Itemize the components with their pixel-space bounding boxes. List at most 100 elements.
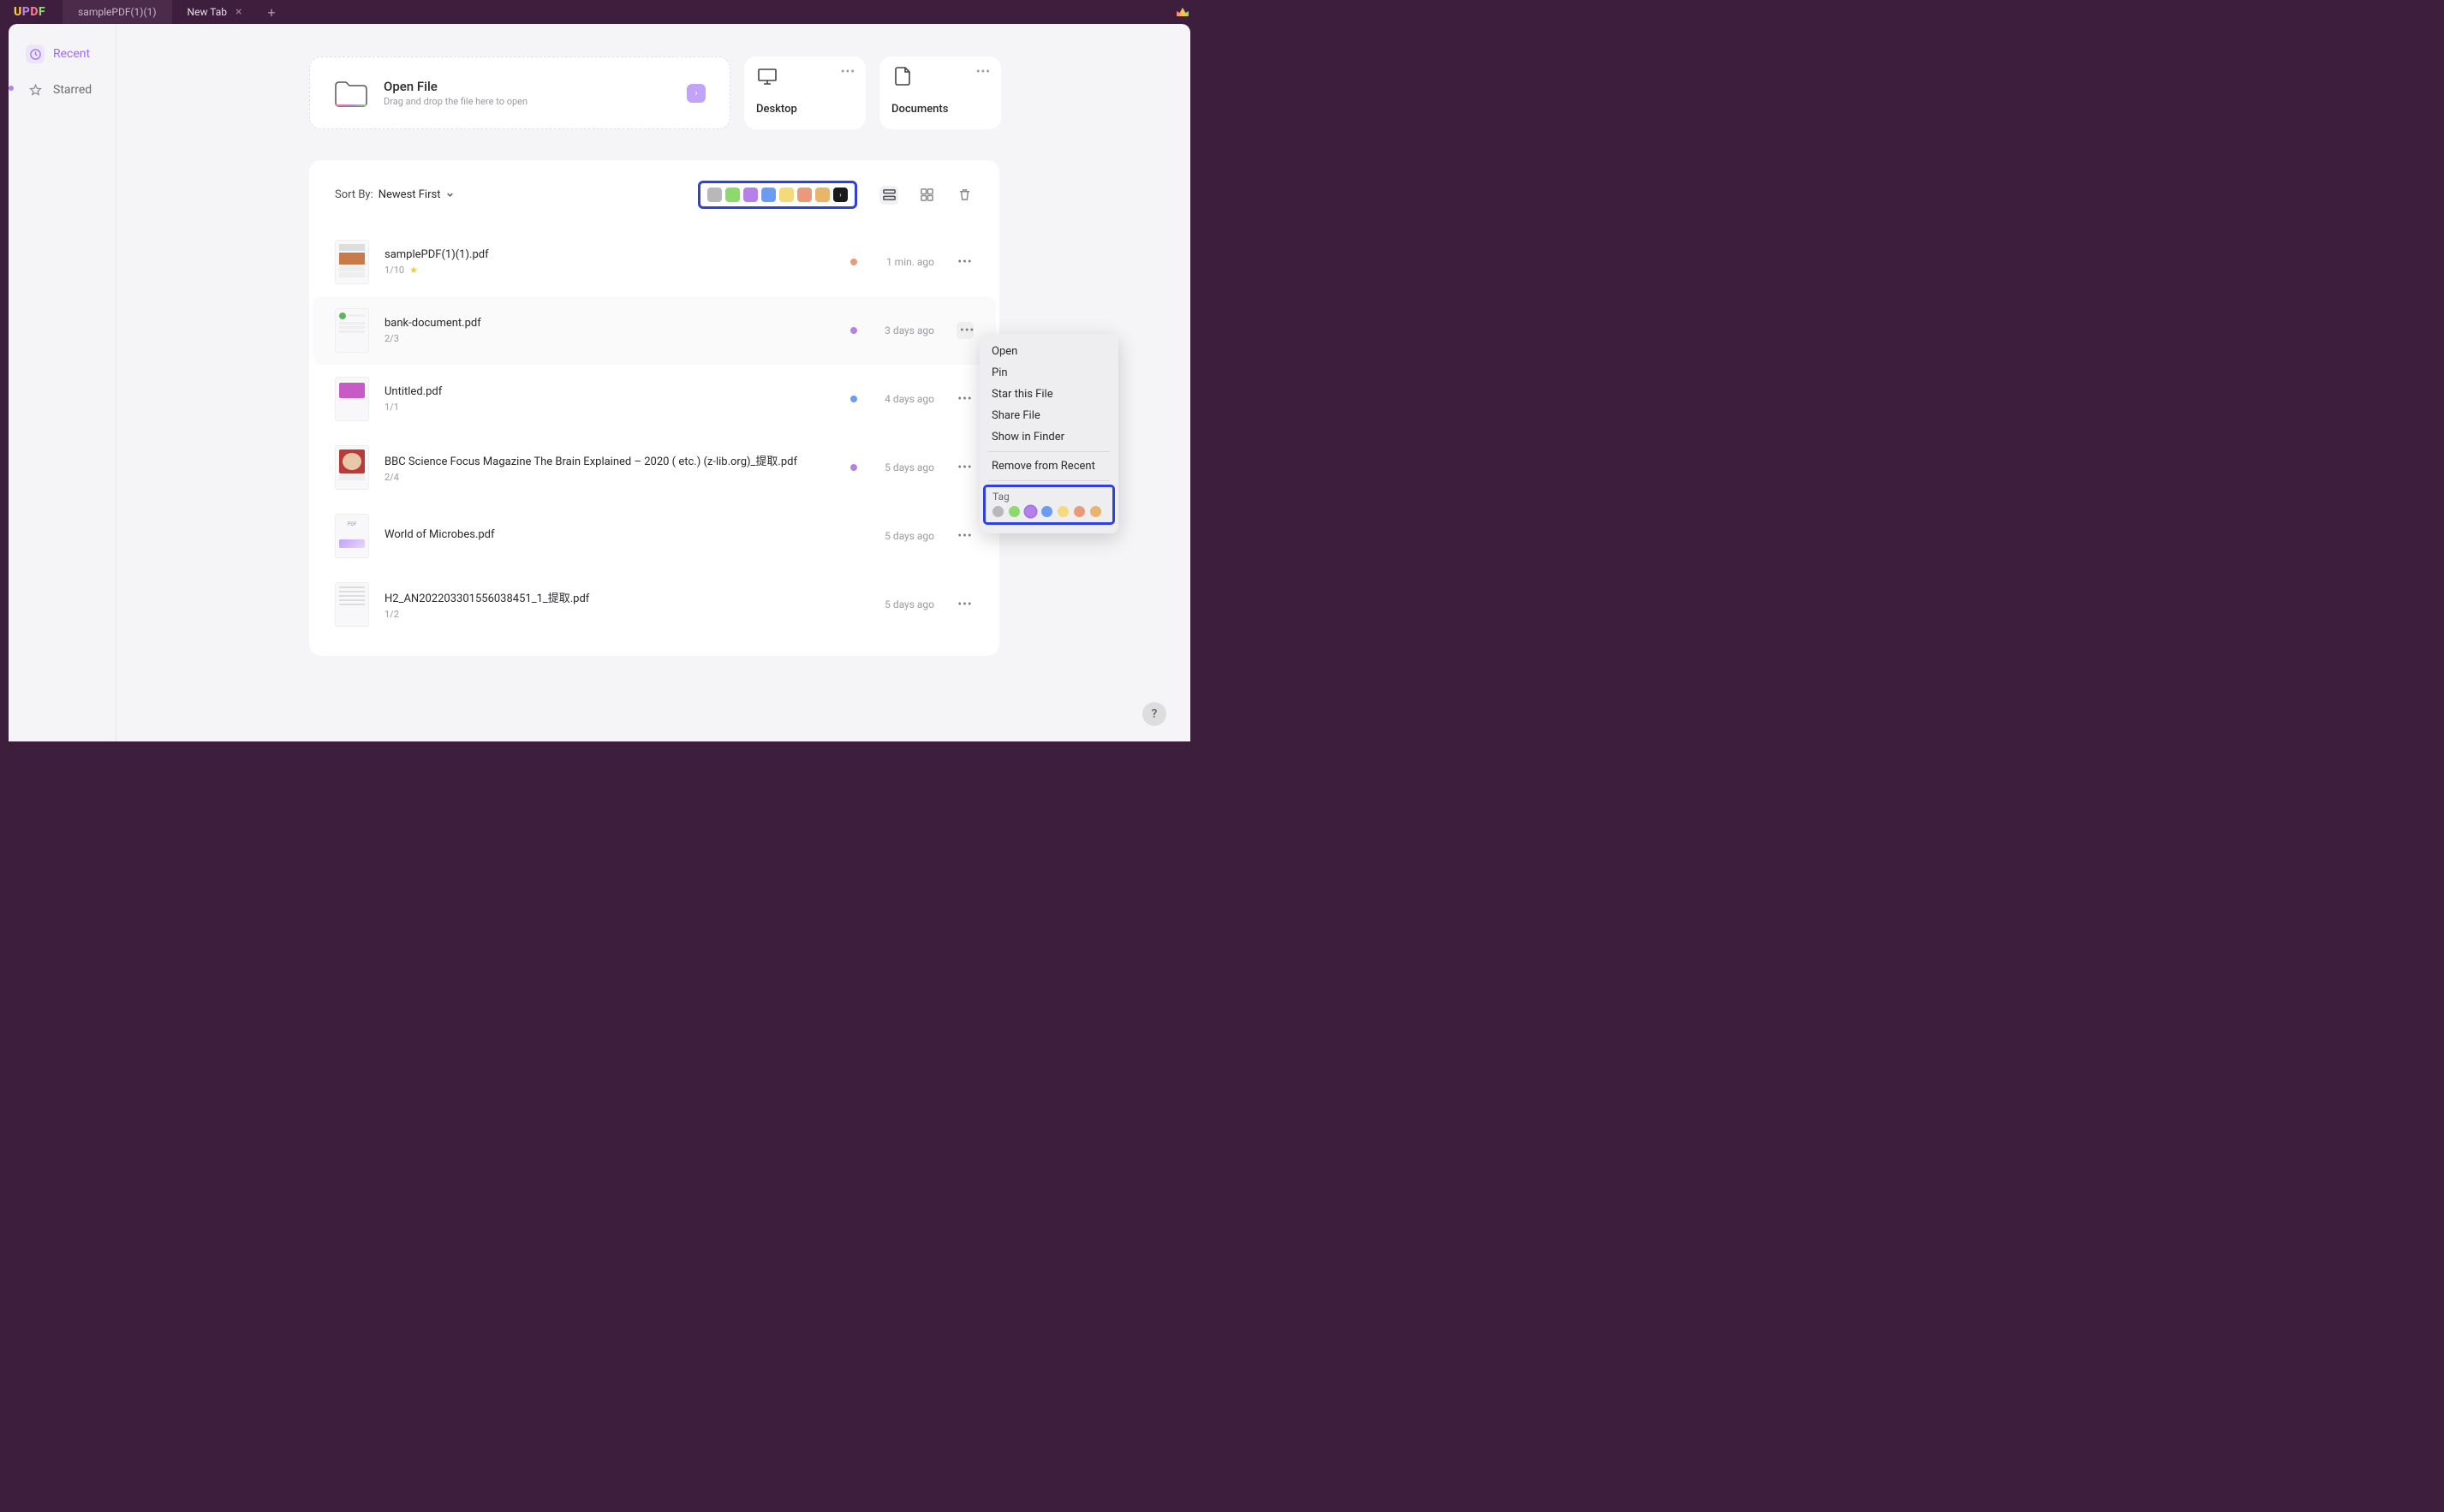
logo-f: F <box>39 5 45 19</box>
documents-icon <box>891 67 914 86</box>
file-time: 3 days ago <box>873 324 934 336</box>
ctx-separator <box>988 480 1110 481</box>
file-row[interactable]: samplePDF(1)(1).pdf 1/10★ 1 min. ago ••• <box>309 228 999 296</box>
logo-d: D <box>30 5 39 19</box>
context-menu: Open Pin Star this File Share File Show … <box>980 334 1118 533</box>
desktop-icon <box>756 67 778 86</box>
ctx-tag-dot[interactable] <box>1058 506 1069 517</box>
sidebar-label: Recent <box>53 47 90 61</box>
more-icon[interactable]: ••• <box>976 65 991 79</box>
file-name: H2_AN202203301556038451_1_提取.pdf <box>384 589 857 605</box>
logo-u: U <box>14 5 22 19</box>
file-tag-dot <box>850 259 857 265</box>
file-list-panel: Sort By: Newest First › <box>309 160 999 656</box>
tag-filter-bar[interactable]: › <box>698 181 857 209</box>
file-thumbnail <box>335 308 369 353</box>
tag-filter-dot[interactable] <box>761 188 776 202</box>
grid-view-button[interactable] <box>917 186 936 205</box>
file-pages: 2/3 <box>384 333 399 344</box>
ctx-tag-dot[interactable] <box>1090 506 1101 517</box>
tab-label: New Tab <box>188 6 227 18</box>
ctx-tag-dot[interactable] <box>993 506 1004 517</box>
file-name: World of Microbes.pdf <box>384 528 857 541</box>
file-tag-dot <box>850 464 857 471</box>
file-time: 5 days ago <box>873 598 934 610</box>
location-label: Documents <box>891 103 989 116</box>
ctx-tag-dot[interactable] <box>1009 506 1020 517</box>
ctx-finder[interactable]: Show in Finder <box>980 426 1118 448</box>
chevron-down-icon <box>445 190 455 199</box>
file-meta: 1/10★ <box>384 265 835 276</box>
ctx-open[interactable]: Open <box>980 341 1118 362</box>
file-more-button[interactable]: ••• <box>957 392 974 406</box>
file-pages: 1/2 <box>384 609 399 620</box>
ctx-tag-dot[interactable] <box>1025 506 1036 517</box>
sidebar: Recent Starred <box>9 24 116 741</box>
tag-filter-dot[interactable] <box>815 188 830 202</box>
file-name: BBC Science Focus Magazine The Brain Exp… <box>384 452 835 468</box>
file-time: 5 days ago <box>873 461 934 473</box>
help-button[interactable]: ? <box>1142 702 1166 726</box>
tab-new[interactable]: New Tab × <box>172 0 258 24</box>
file-row[interactable]: BBC Science Focus Magazine The Brain Exp… <box>309 433 999 502</box>
ctx-tag-dot[interactable] <box>1041 506 1052 517</box>
trash-button[interactable] <box>955 186 974 205</box>
chevron-right-icon[interactable]: › <box>687 84 706 103</box>
file-more-button[interactable]: ••• <box>957 461 974 474</box>
location-card-documents[interactable]: ••• Documents <box>879 57 1001 129</box>
sidebar-item-recent[interactable]: Recent <box>17 38 107 70</box>
tag-expand-icon[interactable]: › <box>833 188 848 202</box>
file-meta: 1/2 <box>384 609 857 620</box>
file-name: bank-document.pdf <box>384 317 835 330</box>
tag-filter-dot[interactable] <box>797 188 812 202</box>
file-thumbnail <box>335 377 369 421</box>
file-more-button[interactable]: ••• <box>957 322 974 339</box>
file-time: 1 min. ago <box>873 256 934 268</box>
ctx-share[interactable]: Share File <box>980 405 1118 426</box>
tab-samplepdf[interactable]: samplePDF(1)(1) <box>63 0 171 24</box>
file-row[interactable]: bank-document.pdf 2/3 3 days ago ••• <box>313 296 996 365</box>
tag-filter-dot[interactable] <box>743 188 758 202</box>
file-row[interactable]: H2_AN202203301556038451_1_提取.pdf 1/2 5 d… <box>309 570 999 639</box>
ctx-tag-label: Tag <box>993 491 1106 503</box>
ctx-pin[interactable]: Pin <box>980 362 1118 384</box>
file-row[interactable]: Untitled.pdf 1/1 4 days ago ••• <box>309 365 999 433</box>
file-more-button[interactable]: ••• <box>957 255 974 269</box>
tag-filter-dot[interactable] <box>779 188 794 202</box>
tab-bar: U P D F samplePDF(1)(1) New Tab × + <box>0 0 1199 24</box>
ctx-star[interactable]: Star this File <box>980 384 1118 405</box>
file-pages: 1/1 <box>384 402 399 413</box>
ctx-separator <box>988 451 1110 452</box>
open-file-card[interactable]: Open File Drag and drop the file here to… <box>309 57 730 129</box>
sidebar-label: Starred <box>53 83 92 97</box>
list-view-button[interactable] <box>879 186 898 205</box>
ctx-tag-section: Tag <box>983 485 1115 525</box>
file-time: 5 days ago <box>873 530 934 542</box>
sort-value: Newest First <box>379 188 441 201</box>
sort-dropdown[interactable]: Sort By: Newest First <box>335 188 455 201</box>
location-label: Desktop <box>756 103 854 116</box>
sidebar-indicator <box>9 86 14 91</box>
ctx-remove[interactable]: Remove from Recent <box>980 455 1118 477</box>
sidebar-item-starred[interactable]: Starred <box>17 74 107 106</box>
file-more-button[interactable]: ••• <box>957 598 974 611</box>
tag-filter-dot[interactable] <box>725 188 740 202</box>
more-icon[interactable]: ••• <box>841 65 855 79</box>
file-tag-dot <box>850 396 857 402</box>
file-more-button[interactable]: ••• <box>957 529 974 543</box>
file-name: samplePDF(1)(1).pdf <box>384 248 835 261</box>
app-logo: U P D F <box>14 0 45 24</box>
close-icon[interactable]: × <box>235 5 241 19</box>
star-icon: ★ <box>409 265 418 276</box>
location-card-desktop[interactable]: ••• Desktop <box>744 57 866 129</box>
open-file-subtitle: Drag and drop the file here to open <box>384 96 528 107</box>
logo-p: P <box>22 5 31 19</box>
tag-filter-dot[interactable] <box>707 188 722 202</box>
file-row[interactable]: PDF World of Microbes.pdf 5 days ago ••• <box>309 502 999 570</box>
account-crown-icon[interactable] <box>1177 0 1199 24</box>
file-meta: 1/1 <box>384 402 835 413</box>
add-tab-button[interactable]: + <box>257 0 285 24</box>
file-tag-dot <box>850 327 857 334</box>
clock-icon <box>26 45 45 63</box>
ctx-tag-dot[interactable] <box>1074 506 1085 517</box>
